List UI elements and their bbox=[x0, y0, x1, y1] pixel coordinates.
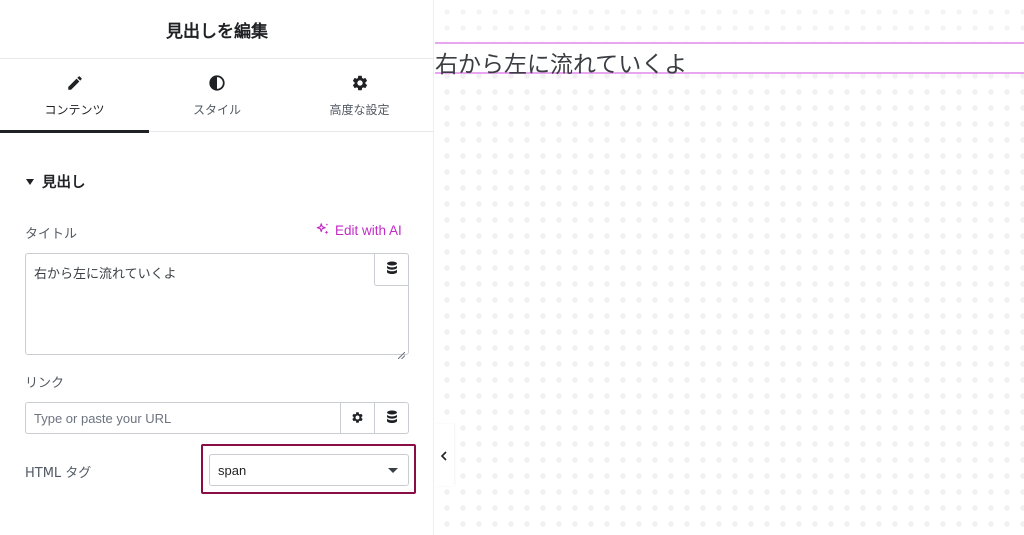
tab-label: 高度な設定 bbox=[329, 103, 390, 117]
tab-content[interactable]: コンテンツ bbox=[0, 60, 149, 133]
preview-top-area bbox=[435, 0, 1024, 42]
tab-label: コンテンツ bbox=[44, 103, 105, 117]
half-circle-icon bbox=[208, 74, 226, 92]
section-title: 見出し bbox=[42, 175, 86, 191]
title-label: タイトル bbox=[25, 227, 78, 242]
heading-text: 右から左に流れていくよ bbox=[435, 52, 688, 78]
gear-icon bbox=[351, 409, 364, 428]
tab-label: スタイル bbox=[192, 103, 241, 117]
preview-canvas: 右から左に流れていくよ bbox=[435, 0, 1024, 535]
dynamic-tags-button[interactable] bbox=[374, 254, 408, 286]
pencil-icon bbox=[66, 74, 84, 92]
panel-header: 見出しを編集 bbox=[0, 0, 434, 59]
editor-panel: 見出しを編集 コンテンツ スタイル 高度な設定 見出し タイトル Edit wi… bbox=[0, 0, 434, 535]
edit-with-ai-button[interactable]: Edit with AI bbox=[316, 222, 402, 239]
url-input[interactable] bbox=[26, 403, 340, 433]
panel-tabs: コンテンツ スタイル 高度な設定 bbox=[0, 60, 434, 133]
html-tag-select[interactable]: span bbox=[209, 454, 409, 486]
heading-widget[interactable]: 右から左に流れていくよ bbox=[435, 42, 1024, 78]
tab-style[interactable]: スタイル bbox=[149, 60, 285, 132]
tab-advanced[interactable]: 高度な設定 bbox=[285, 60, 434, 132]
chevron-down-icon bbox=[388, 468, 398, 473]
html-tag-select-value: span bbox=[218, 462, 247, 478]
title-textarea[interactable]: 右から左に流れていくよ bbox=[25, 253, 409, 360]
link-dynamic-tags-button[interactable] bbox=[374, 403, 408, 433]
link-options-button[interactable] bbox=[340, 403, 374, 433]
gear-icon bbox=[351, 74, 369, 92]
link-label: リンク bbox=[25, 376, 65, 391]
resize-handle-icon[interactable] bbox=[397, 344, 406, 360]
html-tag-label: HTML タグ bbox=[25, 466, 92, 481]
link-field bbox=[25, 402, 409, 434]
edit-with-ai-label: Edit with AI bbox=[335, 223, 402, 238]
sparkle-icon bbox=[316, 222, 330, 239]
title-textarea-value: 右から左に流れていくよ bbox=[34, 267, 177, 282]
caret-down-icon bbox=[26, 178, 34, 185]
panel-title: 見出しを編集 bbox=[166, 21, 268, 42]
database-icon bbox=[386, 260, 398, 279]
chevron-left-icon bbox=[440, 446, 448, 465]
collapse-panel-button[interactable] bbox=[434, 424, 454, 486]
section-toggle-heading[interactable]: 見出し bbox=[26, 171, 86, 192]
database-icon bbox=[386, 409, 398, 428]
